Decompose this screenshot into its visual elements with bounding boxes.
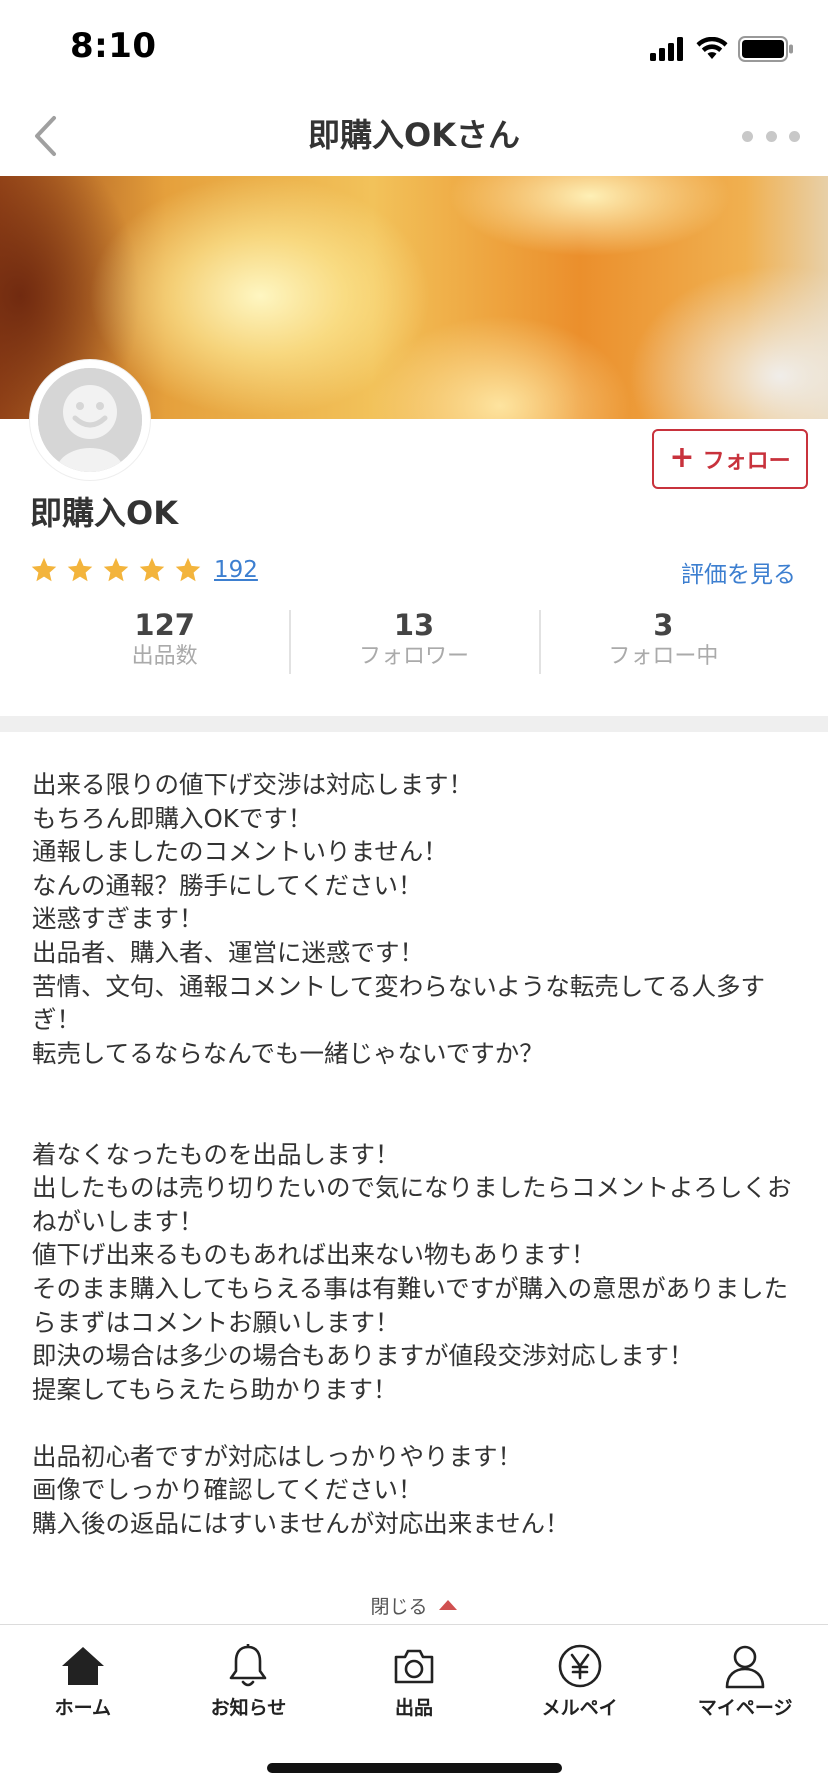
tab-label: ホーム <box>54 1697 112 1719</box>
stat-listings[interactable]: 127 出品数 <box>40 608 289 674</box>
star-icon <box>175 557 201 582</box>
stat-label: フォロー中 <box>608 644 719 669</box>
tab-notifications[interactable]: お知らせ <box>166 1625 332 1724</box>
rating-row: 192 <box>30 552 258 588</box>
stat-followers[interactable]: 13 フォロワー <box>289 608 538 674</box>
follow-button[interactable]: + フォロー <box>652 429 808 489</box>
person-icon <box>720 1643 770 1689</box>
avatar[interactable] <box>30 360 150 480</box>
default-avatar-icon <box>38 368 142 472</box>
profile-stats: 127 出品数 13 フォロワー 3 フォロー中 <box>40 608 788 674</box>
plus-icon: + <box>669 439 695 475</box>
rating-count-link[interactable]: 192 <box>214 557 258 583</box>
stat-value: 13 <box>393 608 435 642</box>
tab-label: お知らせ <box>210 1697 287 1719</box>
follow-button-label: フォロー <box>702 449 791 474</box>
star-icon <box>31 557 57 582</box>
bell-icon <box>223 1643 273 1689</box>
battery-icon <box>738 36 793 62</box>
stat-value: 3 <box>653 608 674 642</box>
more-dot-icon <box>742 130 753 142</box>
wifi-icon <box>696 37 728 59</box>
triangle-up-icon <box>438 1600 457 1610</box>
page-title: 即購入OKさん <box>307 116 520 154</box>
section-divider <box>0 716 828 732</box>
status-time: 8:10 <box>70 26 157 66</box>
home-indicator[interactable] <box>267 1763 562 1773</box>
tab-label: 出品 <box>394 1697 433 1719</box>
tab-mypage[interactable]: マイページ <box>662 1625 828 1724</box>
profile-name: 即購入OK <box>30 494 179 532</box>
tab-label: マイページ <box>697 1697 793 1719</box>
more-options-button[interactable] <box>736 116 806 156</box>
tab-sell[interactable]: 出品 <box>331 1625 497 1724</box>
status-icons <box>650 34 794 64</box>
profile-bio: 出来る限りの値下げ交渉は対応します！ もちろん即購入OKです！ 通報しましたのコ… <box>32 770 792 1539</box>
yen-icon <box>555 1643 605 1689</box>
star-icon <box>67 557 93 582</box>
more-dot-icon <box>789 130 800 142</box>
stat-following[interactable]: 3 フォロー中 <box>538 608 788 674</box>
tab-label: メルペイ <box>541 1697 618 1719</box>
stat-value: 127 <box>134 608 195 642</box>
star-icon <box>103 557 129 582</box>
bottom-tab-bar: ホーム お知らせ 出品 メルペイ マイページ <box>0 1624 828 1724</box>
see-reviews-link[interactable]: 評価を見る <box>681 555 796 589</box>
status-bar: 8:10 <box>0 0 828 96</box>
collapse-label: 閉じる <box>370 1595 428 1618</box>
home-icon <box>58 1643 108 1689</box>
stat-label: フォロワー <box>358 644 469 669</box>
collapse-bio-button[interactable]: 閉じる <box>0 1590 828 1620</box>
tab-home[interactable]: ホーム <box>0 1625 166 1724</box>
stat-label: 出品数 <box>131 644 198 669</box>
more-dot-icon <box>765 130 777 142</box>
star-icon <box>139 557 165 582</box>
camera-icon <box>389 1643 439 1689</box>
tab-merpay[interactable]: メルペイ <box>497 1625 663 1724</box>
cellular-signal-icon <box>650 37 683 61</box>
navigation-bar: 即購入OKさん <box>0 96 828 176</box>
